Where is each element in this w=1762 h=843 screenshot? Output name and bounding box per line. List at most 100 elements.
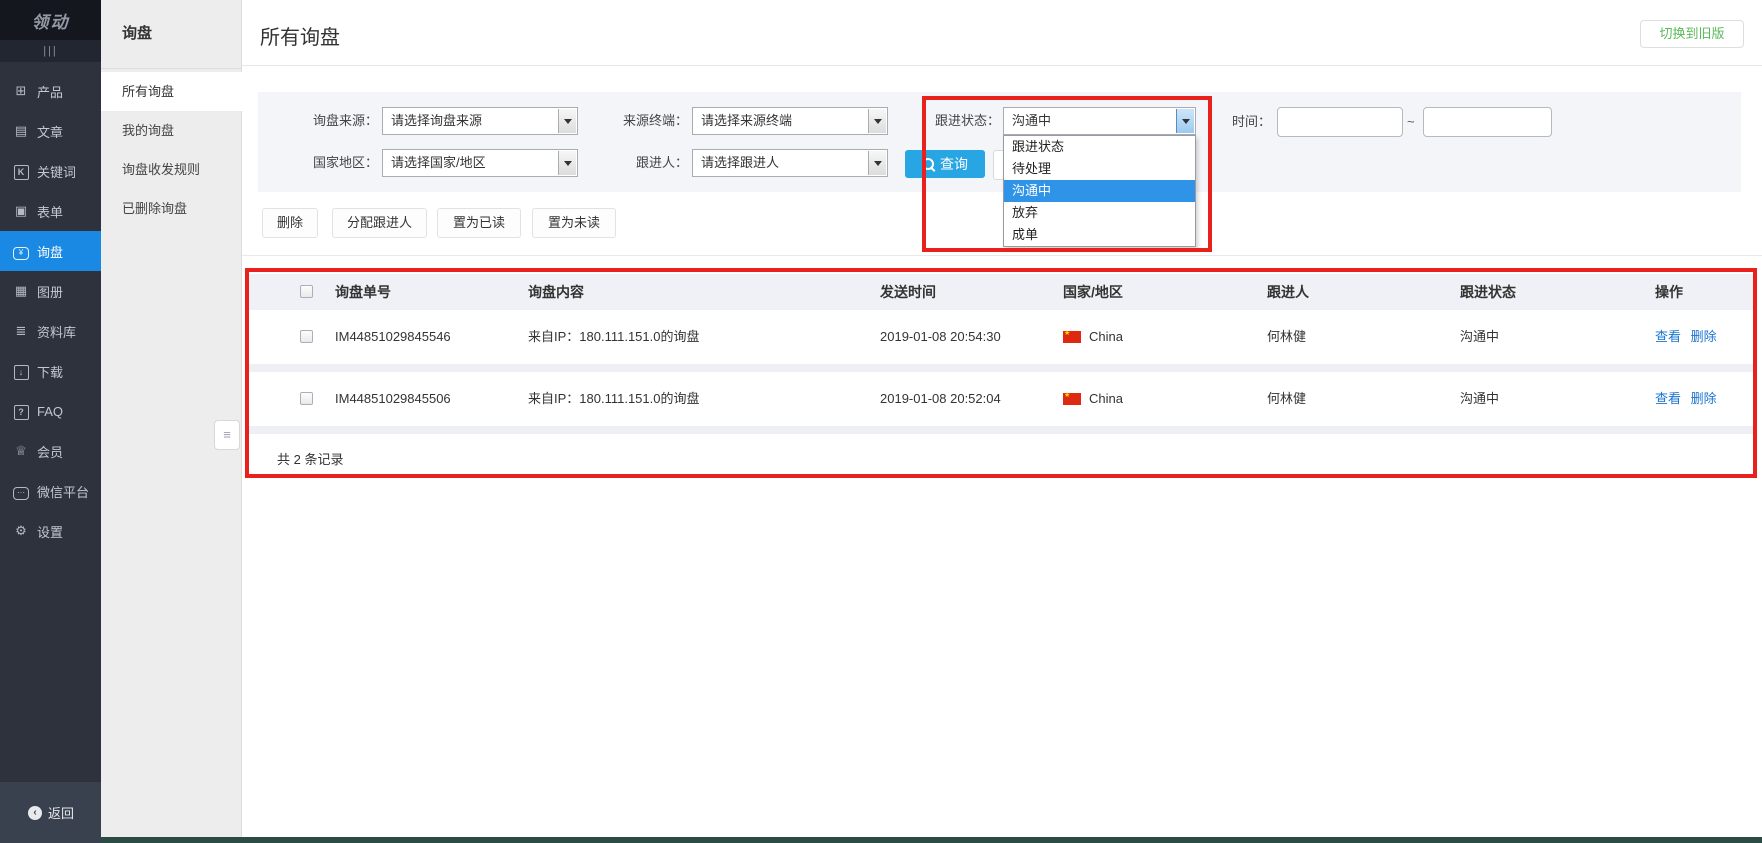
sidebar-item-inquiries[interactable]: ¥ 询盘 xyxy=(0,231,101,271)
row-checkbox[interactable] xyxy=(300,392,313,405)
chevron-down-icon[interactable] xyxy=(868,109,886,133)
sidebar-item-articles[interactable]: ▤ 文章 xyxy=(0,111,101,151)
time-from-input[interactable] xyxy=(1277,107,1403,137)
sidebar-item-label: 设置 xyxy=(37,522,63,541)
submenu-item-my-inquiries[interactable]: 我的询盘 xyxy=(101,111,242,150)
submenu-item-inquiry-rules[interactable]: 询盘收发规则 xyxy=(101,150,242,189)
inquiry-source-select[interactable]: 请选择询盘来源 xyxy=(382,107,578,135)
record-count-summary: 共 2 条记录 xyxy=(277,449,343,468)
time-to-input[interactable] xyxy=(1423,107,1552,137)
panel-collapse-handle[interactable]: ≡ xyxy=(214,420,240,450)
query-button[interactable]: 查询 xyxy=(905,150,985,178)
country-name: China xyxy=(1089,310,1123,364)
inquiry-source-label: 询盘来源： xyxy=(278,107,378,135)
follow-status-dropdown-list: 跟进状态 待处理 沟通中 放弃 成单 xyxy=(1003,135,1196,247)
time-label: 时间： xyxy=(1191,108,1271,136)
library-icon: ≣ xyxy=(13,323,29,339)
sidebar-item-label: FAQ xyxy=(37,404,63,419)
row-separator xyxy=(249,426,1753,434)
table-header: 询盘单号 询盘内容 发送时间 国家/地区 跟进人 跟进状态 操作 xyxy=(249,274,1753,310)
delete-link[interactable]: 删除 xyxy=(1691,329,1717,344)
table-row: IM44851029845506 来自IP：180.111.151.0的询盘 2… xyxy=(249,372,1753,426)
form-icon: ▣ xyxy=(13,203,29,219)
article-icon: ▤ xyxy=(13,123,29,139)
dropdown-option[interactable]: 待处理 xyxy=(1004,158,1195,180)
app-root: 领动 ||| ⊞ 产品 ▤ 文章 K 关键词 ▣ 表单 ¥ 询盘 ▦ 图册 ≣ … xyxy=(0,0,1762,843)
dropdown-option[interactable]: 跟进状态 xyxy=(1004,136,1195,158)
inquiry-content-link[interactable]: 来自IP：180.111.151.0的询盘 xyxy=(528,310,700,364)
primary-sidebar: 领动 ||| ⊞ 产品 ▤ 文章 K 关键词 ▣ 表单 ¥ 询盘 ▦ 图册 ≣ … xyxy=(0,0,101,843)
sidebar-item-keywords[interactable]: K 关键词 xyxy=(0,151,101,191)
chevron-down-icon[interactable] xyxy=(868,151,886,175)
sidebar-item-settings[interactable]: ⚙ 设置 xyxy=(0,511,101,551)
country-name: China xyxy=(1089,372,1123,426)
mark-read-button[interactable]: 置为已读 xyxy=(437,208,521,238)
page-title: 所有询盘 xyxy=(260,21,340,50)
submenu-item-deleted-inquiries[interactable]: 已删除询盘 xyxy=(101,189,242,228)
download-icon: ↓ xyxy=(13,363,29,380)
sidebar-item-downloads[interactable]: ↓ 下载 xyxy=(0,351,101,391)
dropdown-option[interactable]: 放弃 xyxy=(1004,202,1195,224)
follow-status-select[interactable]: 沟通中 xyxy=(1003,107,1196,135)
chevron-down-icon[interactable] xyxy=(558,109,576,133)
query-button-label: 查询 xyxy=(940,154,968,174)
sidebar-item-albums[interactable]: ▦ 图册 xyxy=(0,271,101,311)
follow-status: 沟通中 xyxy=(1460,310,1499,364)
column-header-content: 询盘内容 xyxy=(528,274,584,310)
sidebar-collapse-toggle[interactable]: ||| xyxy=(0,40,101,62)
column-header-status: 跟进状态 xyxy=(1460,274,1516,310)
settings-icon: ⚙ xyxy=(13,523,29,539)
sidebar-item-library[interactable]: ≣ 资料库 xyxy=(0,311,101,351)
follower-label: 跟进人： xyxy=(588,149,688,177)
inquiry-source-value: 请选择询盘来源 xyxy=(391,113,482,128)
delete-link[interactable]: 删除 xyxy=(1691,391,1717,406)
row-separator xyxy=(249,364,1753,372)
follower-select[interactable]: 请选择跟进人 xyxy=(692,149,888,177)
mark-unread-button[interactable]: 置为未读 xyxy=(532,208,616,238)
delete-button[interactable]: 删除 xyxy=(262,208,318,238)
back-button[interactable]: ‹ 返回 xyxy=(0,782,101,843)
assign-follower-button[interactable]: 分配跟进人 xyxy=(332,208,427,238)
follow-status-label: 跟进状态： xyxy=(900,107,1000,135)
submenu-item-all-inquiries[interactable]: 所有询盘 xyxy=(101,72,242,111)
search-icon xyxy=(922,158,934,170)
faq-icon: ? xyxy=(13,403,29,420)
column-header-id: 询盘单号 xyxy=(335,274,391,310)
column-header-time: 发送时间 xyxy=(880,274,936,310)
row-checkbox[interactable] xyxy=(300,330,313,343)
switch-to-old-version-button[interactable]: 切换到旧版 xyxy=(1640,20,1744,48)
follow-status-value: 沟通中 xyxy=(1012,113,1051,128)
select-all-checkbox[interactable] xyxy=(300,285,313,298)
window-bottom-edge xyxy=(101,837,1762,843)
country-select[interactable]: 请选择国家/地区 xyxy=(382,149,578,177)
keyword-icon: K xyxy=(13,163,29,180)
back-icon: ‹ xyxy=(28,806,42,820)
view-link[interactable]: 查看 xyxy=(1655,329,1681,344)
china-flag-icon xyxy=(1063,393,1081,405)
view-link[interactable]: 查看 xyxy=(1655,391,1681,406)
back-label: 返回 xyxy=(48,803,74,822)
submenu-divider xyxy=(101,68,242,69)
sidebar-item-faq[interactable]: ? FAQ xyxy=(0,391,101,431)
time-range-separator: ~ xyxy=(1407,107,1415,137)
submenu-title: 询盘 xyxy=(122,22,152,43)
sidebar-item-label: 关键词 xyxy=(37,162,76,181)
wechat-icon: ⋯ xyxy=(13,483,29,500)
dropdown-option-selected[interactable]: 沟通中 xyxy=(1004,180,1195,202)
page-header xyxy=(242,0,1762,66)
row-actions: 查看 删除 xyxy=(1655,372,1723,426)
sidebar-item-wechat[interactable]: ⋯ 微信平台 xyxy=(0,471,101,511)
sidebar-item-forms[interactable]: ▣ 表单 xyxy=(0,191,101,231)
follower-value: 请选择跟进人 xyxy=(701,155,779,170)
terminal-select[interactable]: 请选择来源终端 xyxy=(692,107,888,135)
sidebar-item-members[interactable]: ♕ 会员 xyxy=(0,431,101,471)
dropdown-option[interactable]: 成单 xyxy=(1004,224,1195,246)
sidebar-item-products[interactable]: ⊞ 产品 xyxy=(0,71,101,111)
chevron-down-icon[interactable] xyxy=(558,151,576,175)
member-icon: ♕ xyxy=(13,443,29,459)
sidebar-item-label: 会员 xyxy=(37,442,63,461)
inquiry-content-link[interactable]: 来自IP：180.111.151.0的询盘 xyxy=(528,372,700,426)
sidebar-item-label: 微信平台 xyxy=(37,482,89,501)
sidebar-item-label: 资料库 xyxy=(37,322,76,341)
inquiry-icon: ¥ xyxy=(13,243,29,260)
